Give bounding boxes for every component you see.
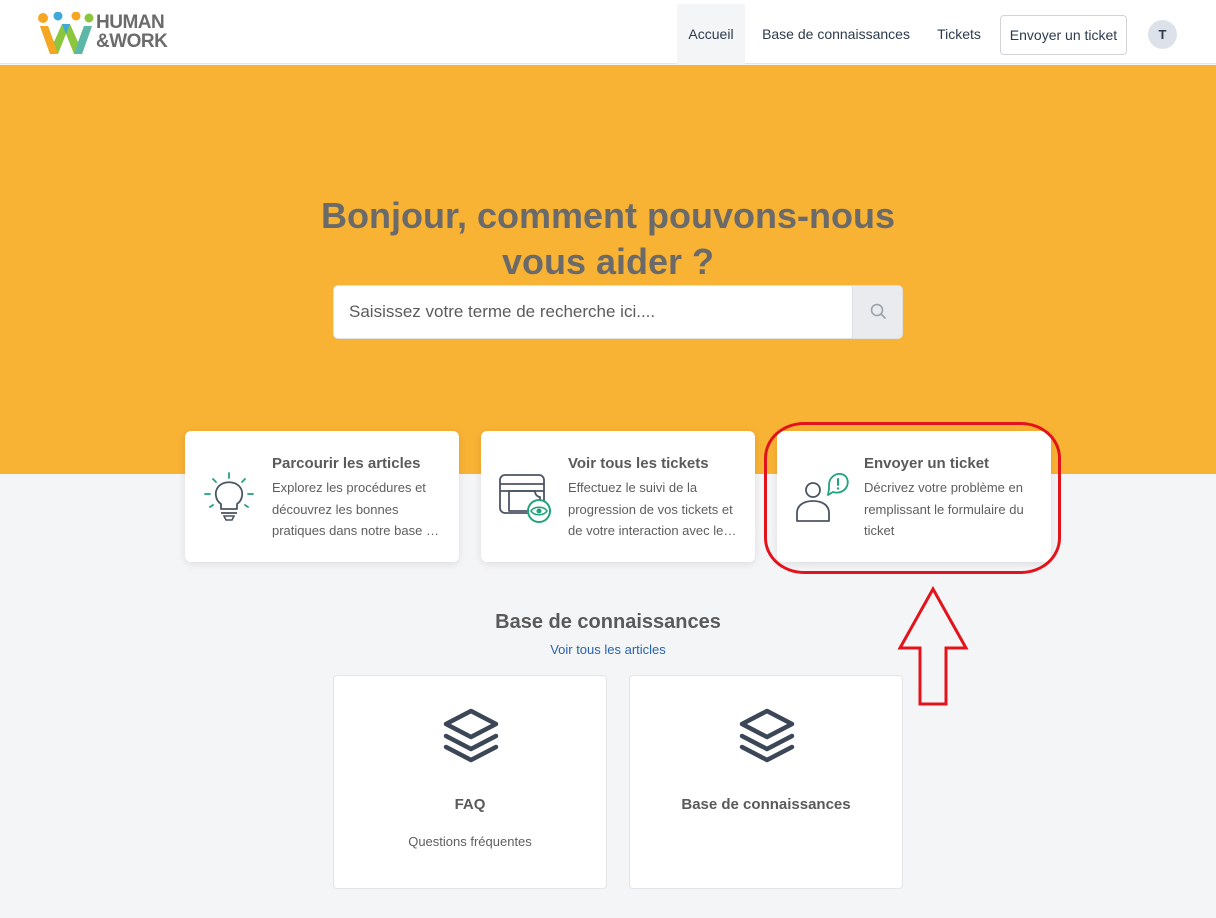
search-input[interactable]	[334, 286, 852, 338]
lightbulb-icon	[204, 472, 254, 521]
search-bar	[333, 285, 903, 339]
kb-card-title: FAQ	[454, 796, 486, 813]
logo-line-2: &WORK	[96, 31, 168, 52]
top-header: HUMAN &WORK Accueil Base de connaissance…	[0, 0, 1216, 64]
send-ticket-button[interactable]: Envoyer un ticket	[1000, 15, 1127, 55]
kb-card-description: Questions fréquentes	[408, 834, 532, 849]
view-all-articles-link[interactable]: Voir tous les articles	[408, 642, 808, 657]
highlight-oval	[764, 422, 1061, 574]
kb-card-base-de-connaissances[interactable]: Base de connaissances	[629, 675, 903, 889]
human-work-logo[interactable]: HUMAN &WORK	[36, 11, 168, 56]
tickets-eye-icon	[499, 474, 551, 523]
hero-banner: Bonjour, comment pouvons-nous vous aider…	[0, 65, 1216, 474]
hero-title: Bonjour, comment pouvons-nous vous aider…	[321, 195, 895, 282]
search-button[interactable]	[852, 286, 902, 338]
knowledge-base-heading: Base de connaissances	[495, 611, 721, 633]
card-browse-articles[interactable]: Parcourir les articles Explorez les proc…	[185, 431, 459, 562]
nav-tickets[interactable]: Tickets	[927, 4, 991, 64]
nav-accueil[interactable]: Accueil	[677, 4, 745, 64]
logo-line-1: HUMAN	[96, 12, 165, 33]
up-arrow-annotation-icon	[897, 586, 969, 706]
logo-wordmark: HUMAN &WORK	[96, 12, 168, 52]
card-title: Parcourir les articles	[272, 455, 421, 472]
search-icon	[870, 303, 886, 319]
card-description: Effectuez le suivi de la progression de …	[568, 480, 733, 538]
kb-card-faq[interactable]: FAQ Questions fréquentes	[333, 675, 607, 889]
card-view-tickets[interactable]: Voir tous les tickets Effectuez le suivi…	[481, 431, 755, 562]
card-title: Voir tous les tickets	[568, 455, 709, 472]
logo-mark-icon	[38, 11, 94, 54]
kb-card-title: Base de connaissances	[681, 796, 851, 813]
layers-icon	[739, 708, 795, 763]
user-avatar[interactable]: T	[1148, 20, 1177, 49]
nav-base-de-connaissances[interactable]: Base de connaissances	[755, 4, 917, 64]
card-description: Explorez les procédures et découvrez les…	[272, 480, 441, 538]
layers-icon	[443, 708, 499, 763]
